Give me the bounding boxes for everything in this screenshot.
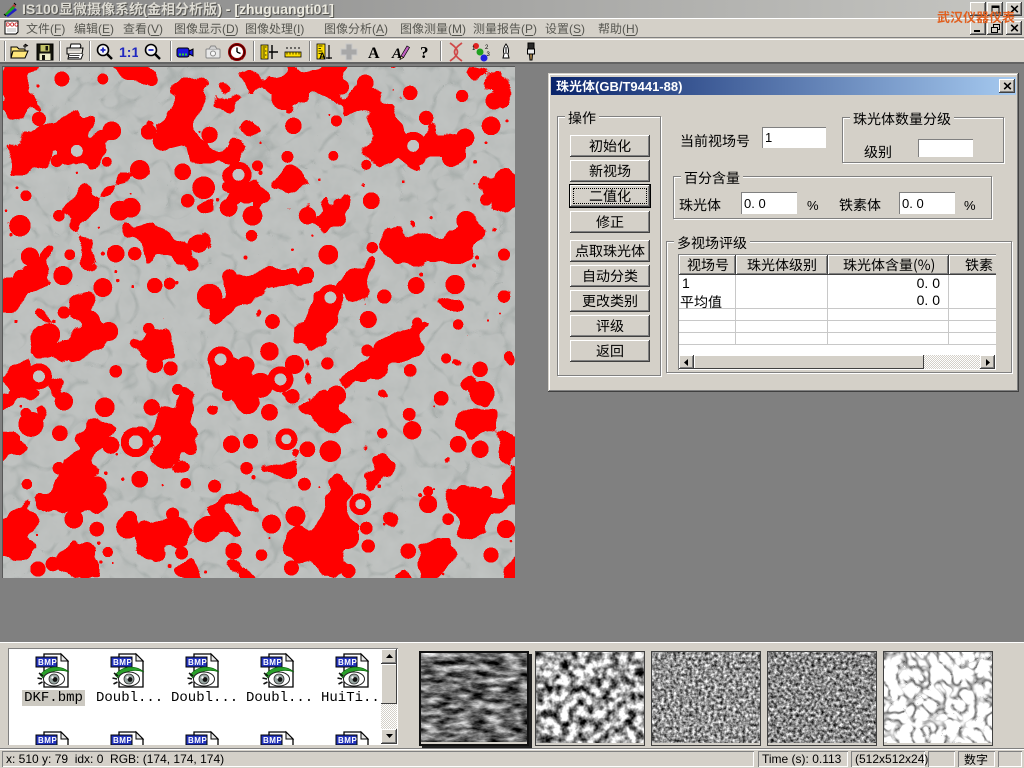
svg-text:BMP: BMP: [188, 736, 207, 745]
svg-text:A: A: [368, 45, 380, 62]
svg-text:1:1: 1:1: [119, 44, 138, 60]
svg-text:BMP: BMP: [263, 658, 282, 667]
svg-text:3: 3: [487, 52, 491, 58]
svg-text:?: ?: [420, 43, 429, 62]
svg-text:BMP: BMP: [113, 736, 132, 745]
svg-text:BMP: BMP: [38, 736, 57, 745]
svg-text:BMP: BMP: [38, 658, 57, 667]
svg-text:DOC: DOC: [6, 23, 18, 29]
svg-text:BMP: BMP: [113, 658, 132, 667]
svg-text:BMP: BMP: [188, 658, 207, 667]
svg-text:BMP: BMP: [338, 658, 357, 667]
svg-text:BMP: BMP: [263, 736, 282, 745]
svg-text:BMP: BMP: [338, 736, 357, 745]
svg-text:A: A: [319, 51, 326, 61]
svg-text:2: 2: [485, 45, 489, 51]
